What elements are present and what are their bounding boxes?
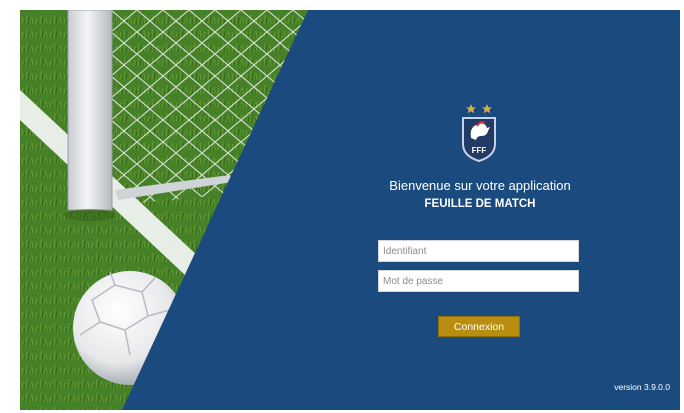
welcome-text: Bienvenue sur votre application bbox=[389, 178, 571, 193]
connect-button[interactable]: Connexion bbox=[438, 316, 520, 337]
fff-logo: FFF bbox=[462, 104, 496, 162]
version-label: version 3.9.0.0 bbox=[614, 382, 670, 392]
logo-text: FFF bbox=[472, 146, 487, 155]
password-input[interactable] bbox=[378, 270, 579, 292]
login-screen: FFF Bienvenue sur votre application FEUI… bbox=[20, 10, 680, 410]
app-window: FFF Bienvenue sur votre application FEUI… bbox=[0, 0, 684, 413]
app-title: FEUILLE DE MATCH bbox=[424, 198, 536, 210]
username-input[interactable] bbox=[378, 240, 579, 262]
